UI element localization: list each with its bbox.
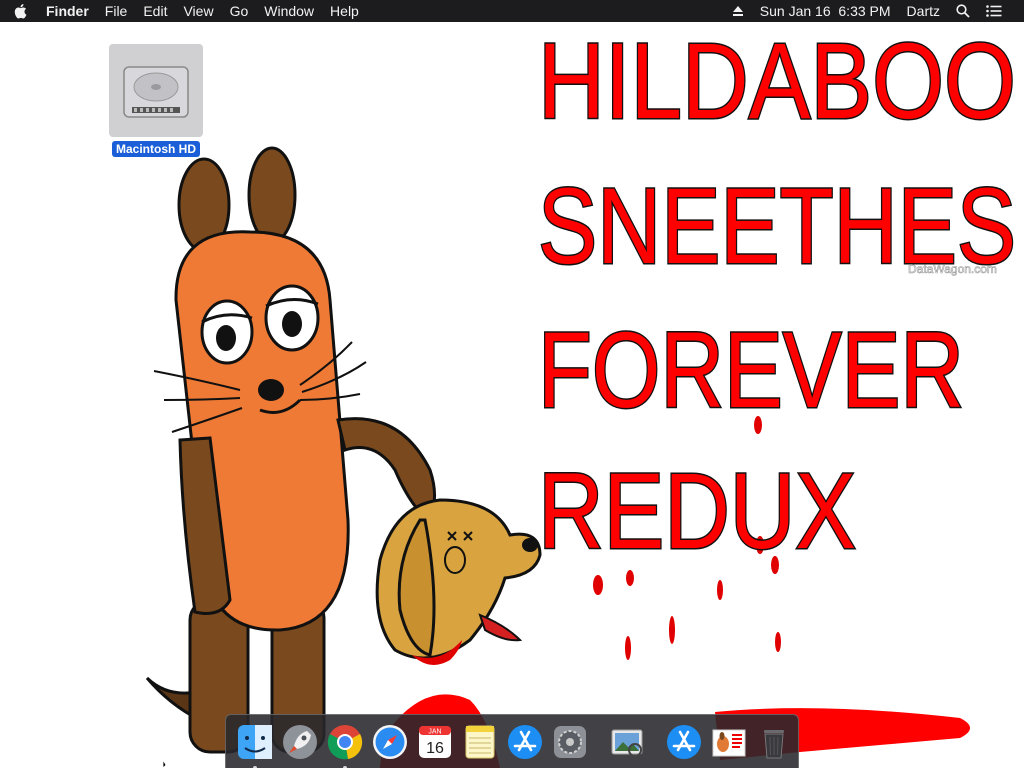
menu-bar: Finder File Edit View Go Window Help Sun…: [0, 0, 1024, 22]
dock-calendar[interactable]: JAN 16: [415, 722, 455, 762]
clock-datetime[interactable]: Sun Jan 16 6:33 PM: [752, 0, 899, 22]
menu-edit[interactable]: Edit: [135, 0, 175, 22]
dock: JAN 16: [225, 714, 799, 768]
calendar-month: JAN: [428, 728, 441, 735]
apple-logo-icon: [14, 4, 27, 19]
menu-finder[interactable]: Finder: [40, 0, 97, 22]
dock-safari[interactable]: [370, 722, 410, 762]
dog-tongue: [478, 613, 523, 642]
app-store-icon: [507, 724, 542, 759]
preview-icon: [611, 729, 642, 757]
menu-view[interactable]: View: [175, 0, 221, 22]
headline-group: HILDABOO SNEETHES FOREVER REDUX: [537, 22, 1018, 573]
dock-launchpad[interactable]: [280, 722, 320, 762]
dock-chrome[interactable]: [325, 722, 365, 768]
dock-applications-folder[interactable]: [664, 722, 704, 762]
notes-icon: [465, 725, 494, 758]
mouse-right-ear: [247, 146, 297, 244]
dock-notes[interactable]: [460, 722, 500, 762]
downloads-stack-icon: [712, 729, 745, 756]
menu-window[interactable]: Window: [256, 0, 322, 22]
eject-icon[interactable]: [724, 5, 752, 17]
calendar-day: 16: [426, 740, 444, 757]
headline-line-3: FOREVER: [538, 309, 964, 430]
safari-icon: [372, 724, 407, 759]
mouse-cursor-icon: [162, 760, 167, 768]
calendar-icon: JAN 16: [418, 725, 451, 758]
hard-drive-icon[interactable]: [109, 44, 203, 137]
launchpad-icon: [282, 724, 317, 759]
headline-line-1: HILDABOO: [538, 22, 1016, 141]
applications-folder-icon: [666, 724, 701, 759]
menu-file[interactable]: File: [97, 0, 136, 22]
desktop-icon-label[interactable]: Macintosh HD: [111, 141, 200, 157]
dock-preview[interactable]: [607, 722, 647, 762]
dock-downloads-stack[interactable]: [709, 722, 749, 762]
user-name[interactable]: Dartz: [899, 0, 948, 22]
dock-app-store[interactable]: [505, 722, 545, 762]
apple-menu[interactable]: [0, 3, 40, 19]
dock-finder[interactable]: [235, 722, 275, 768]
trash-icon: [763, 729, 784, 758]
chrome-icon: [327, 724, 362, 759]
notification-center-icon[interactable]: [978, 5, 1010, 17]
mouse-nose: [258, 379, 284, 401]
desktop-icon-macintosh-hd[interactable]: Macintosh HD: [106, 44, 206, 157]
menu-help[interactable]: Help: [322, 0, 367, 22]
dock-trash[interactable]: [754, 722, 794, 762]
dock-system-preferences[interactable]: [550, 722, 590, 762]
watermark-text: DataWagon.com: [908, 262, 997, 276]
headline-line-4: REDUX: [538, 450, 856, 571]
system-preferences-icon: [553, 725, 586, 758]
finder-icon: [237, 724, 272, 759]
spotlight-search-icon[interactable]: [948, 4, 978, 18]
menu-go[interactable]: Go: [222, 0, 257, 22]
status-area: Sun Jan 16 6:33 PM Dartz: [724, 0, 1024, 22]
